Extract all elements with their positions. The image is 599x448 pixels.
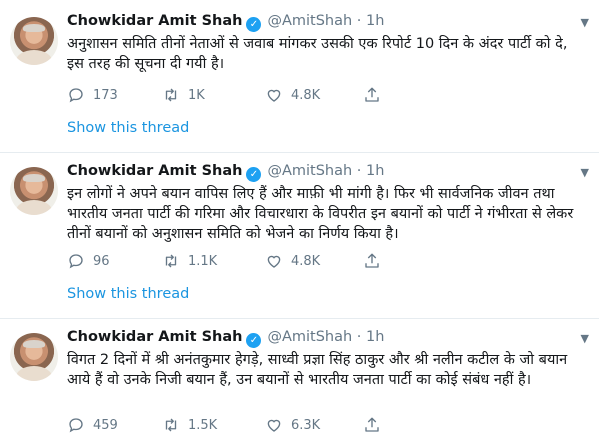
verified-badge-icon: ✓	[246, 167, 262, 182]
reply-count: 173	[93, 87, 118, 103]
tweet[interactable]: Chowkidar Amit Shah ✓ @AmitShah · 1h ▼ अनु…	[0, 0, 599, 153]
separator-dot: ·	[356, 163, 362, 179]
reply-icon	[69, 88, 83, 103]
retweet-icon	[165, 88, 177, 102]
author-name[interactable]: Chowkidar Amit Shah	[67, 329, 242, 345]
like-button[interactable]: 6.3K	[265, 416, 320, 434]
heart-icon	[267, 255, 281, 268]
reply-icon	[69, 254, 83, 269]
like-count: 4.8K	[291, 87, 321, 103]
avatar[interactable]	[10, 333, 58, 381]
separator-dot: ·	[356, 329, 362, 345]
avatar[interactable]	[10, 17, 58, 65]
heart-icon	[267, 419, 281, 432]
tweet[interactable]: Chowkidar Amit Shah ✓ @AmitShah · 1h ▼ इन …	[0, 152, 599, 319]
author-name[interactable]: Chowkidar Amit Shah	[67, 163, 242, 179]
share-button[interactable]	[363, 416, 381, 434]
author-handle[interactable]: @AmitShah	[267, 329, 352, 345]
tweet-timestamp[interactable]: 1h	[366, 329, 384, 345]
retweet-count: 1K	[188, 87, 205, 103]
tweet-text: अनुशासन समिति तीनों नेताओं से जवाब मांगक…	[67, 36, 568, 72]
retweet-button[interactable]: 1.5K	[162, 416, 217, 434]
share-button[interactable]	[363, 86, 381, 104]
retweet-button[interactable]: 1.1K	[162, 252, 217, 270]
reply-button[interactable]: 173	[67, 86, 118, 104]
tweet-timestamp[interactable]: 1h	[366, 163, 384, 179]
show-thread-link[interactable]: Show this thread	[67, 120, 189, 136]
share-icon	[365, 417, 379, 432]
tweet-timestamp[interactable]: 1h	[366, 13, 384, 29]
tweet-header: Chowkidar Amit Shah ✓ @AmitShah · 1h	[67, 329, 384, 348]
chevron-down-icon[interactable]: ▼	[581, 166, 589, 179]
reply-count: 96	[93, 253, 110, 269]
like-button[interactable]: 4.8K	[265, 252, 320, 270]
like-count: 4.8K	[291, 253, 321, 269]
share-button[interactable]	[363, 252, 381, 270]
tweet-header: Chowkidar Amit Shah ✓ @AmitShah · 1h	[67, 163, 384, 182]
reply-button[interactable]: 459	[67, 416, 118, 434]
chevron-down-icon[interactable]: ▼	[581, 16, 589, 29]
retweet-button[interactable]: 1K	[162, 86, 205, 104]
chevron-down-icon[interactable]: ▼	[581, 332, 589, 345]
reply-count: 459	[93, 417, 118, 433]
retweet-count: 1.5K	[188, 417, 218, 433]
separator-dot: ·	[356, 13, 362, 29]
like-button[interactable]: 4.8K	[265, 86, 320, 104]
author-name[interactable]: Chowkidar Amit Shah	[67, 13, 242, 29]
reply-icon	[69, 418, 83, 433]
tweet-actions: 459 1.5K 6.3K	[67, 416, 407, 436]
share-icon	[365, 253, 379, 268]
tweet-actions: 96 1.1K 4.8K	[67, 252, 407, 272]
retweet-icon	[165, 418, 177, 432]
tweet-text: विगत 2 दिनों में श्री अनंतकुमार हेगड़े, …	[67, 352, 568, 388]
like-count: 6.3K	[291, 417, 321, 433]
author-handle[interactable]: @AmitShah	[267, 163, 352, 179]
tweet[interactable]: Chowkidar Amit Shah ✓ @AmitShah · 1h ▼ विग…	[0, 318, 599, 448]
retweet-count: 1.1K	[188, 253, 218, 269]
author-handle[interactable]: @AmitShah	[267, 13, 352, 29]
reply-button[interactable]: 96	[67, 252, 110, 270]
tweet-actions: 173 1K 4.8K	[67, 86, 407, 106]
tweet-text: इन लोगों ने अपने बयान वापिस लिए हैं और म…	[67, 186, 574, 242]
tweet-header: Chowkidar Amit Shah ✓ @AmitShah · 1h	[67, 13, 384, 32]
share-icon	[365, 87, 379, 102]
verified-badge-icon: ✓	[246, 333, 262, 348]
verified-badge-icon: ✓	[246, 17, 262, 32]
heart-icon	[267, 89, 281, 102]
retweet-icon	[165, 254, 177, 268]
avatar[interactable]	[10, 167, 58, 215]
show-thread-link[interactable]: Show this thread	[67, 286, 189, 302]
